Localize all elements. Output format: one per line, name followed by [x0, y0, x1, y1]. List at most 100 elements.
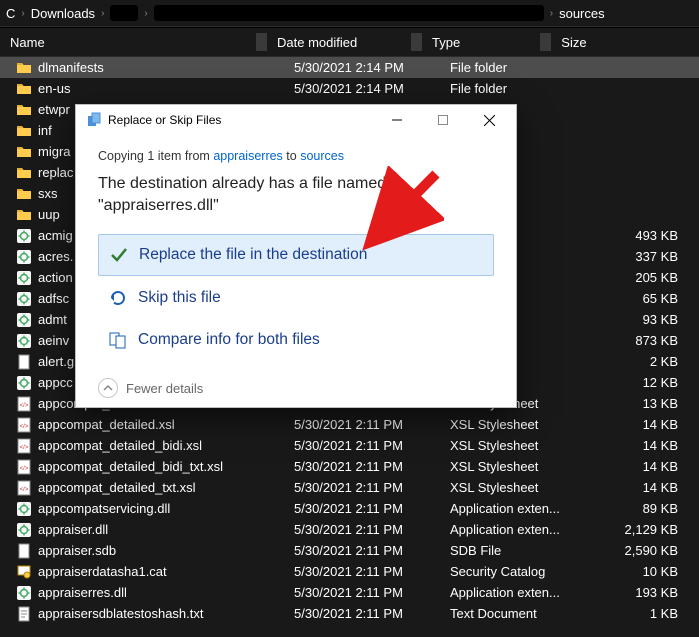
file-date: 5/30/2021 2:14 PM [284, 60, 440, 75]
svg-text:</>: </> [20, 403, 29, 409]
checkmark-icon [109, 245, 129, 265]
dialog-titlebar[interactable]: Replace or Skip Files [76, 105, 516, 135]
breadcrumb-downloads[interactable]: Downloads [31, 6, 95, 21]
gear-icon [16, 522, 32, 538]
file-name: appcompat_detailed_txt.xsl [38, 480, 196, 495]
file-icon [16, 354, 32, 370]
chevron-right-icon: › [101, 8, 104, 19]
option-skip[interactable]: Skip this file [98, 278, 494, 318]
file-name: en-us [38, 81, 71, 96]
file-size: 12 KB [568, 375, 688, 390]
file-date: 5/30/2021 2:11 PM [284, 564, 440, 579]
header-size[interactable]: Size [551, 35, 699, 50]
file-date: 5/30/2021 2:11 PM [284, 480, 440, 495]
svg-text:</>: </> [20, 466, 29, 472]
chevron-up-icon [98, 378, 118, 398]
file-name: appcompat_detailed_bidi_txt.xsl [38, 459, 223, 474]
svg-text:</>: </> [20, 424, 29, 430]
file-name: appcc [38, 375, 73, 390]
close-button[interactable] [466, 105, 512, 135]
file-row[interactable]: en-us 5/30/2021 2:14 PMFile folder [0, 78, 699, 99]
text-icon [16, 606, 32, 622]
option-compare[interactable]: Compare info for both files [98, 320, 494, 360]
gear-icon [16, 585, 32, 601]
file-size: 89 KB [568, 501, 688, 516]
link-destination[interactable]: sources [300, 149, 344, 163]
folder-icon [16, 165, 32, 181]
minimize-button[interactable] [374, 105, 420, 135]
file-name: inf [38, 123, 52, 138]
xsl-icon: </> [16, 438, 32, 454]
file-size: 1 KB [568, 606, 688, 621]
breadcrumb-sources[interactable]: sources [559, 6, 605, 21]
file-name: acmig [38, 228, 73, 243]
breadcrumb[interactable]: C › Downloads › › › sources [0, 0, 699, 27]
file-name: replac [38, 165, 73, 180]
file-date: 5/30/2021 2:11 PM [284, 459, 440, 474]
svg-text:</>: </> [20, 487, 29, 493]
file-name: appcompat_detailed_bidi.xsl [38, 438, 202, 453]
file-size: 337 KB [568, 249, 688, 264]
gear-icon [16, 270, 32, 286]
file-size: 14 KB [568, 417, 688, 432]
file-row[interactable]: dlmanifests5/30/2021 2:14 PMFile folder [0, 57, 699, 78]
folder-icon [16, 207, 32, 223]
file-name: acres. [38, 249, 73, 264]
file-name: sxs [38, 186, 58, 201]
folder-icon [16, 81, 32, 97]
compare-icon [108, 330, 128, 350]
cert-icon [16, 564, 32, 580]
file-row[interactable]: appraiserres.dll5/30/2021 2:11 PMApplica… [0, 582, 699, 603]
file-row[interactable]: </>appcompat_detailed_bidi.xsl5/30/2021 … [0, 435, 699, 456]
file-icon [16, 543, 32, 559]
file-row[interactable]: </> appcompat_detailed_txt.xsl 5/30/2021 2… [0, 477, 699, 498]
file-row[interactable]: appraiser.sdb5/30/2021 2:11 PMSDB File2,… [0, 540, 699, 561]
link-source[interactable]: appraiserres [213, 149, 282, 163]
file-row[interactable]: appraiserdatasha1.cat5/30/2021 2:11 PMSe… [0, 561, 699, 582]
file-size: 873 KB [568, 333, 688, 348]
file-row[interactable]: appraisersdblatestoshash.txt5/30/2021 2:… [0, 603, 699, 624]
option-replace[interactable]: Replace the file in the destination [98, 234, 494, 276]
file-type: XSL Stylesheet [440, 480, 568, 495]
maximize-button[interactable] [420, 105, 466, 135]
replace-skip-dialog: Replace or Skip Files Copying 1 item fro… [75, 104, 517, 408]
header-name[interactable]: Name [0, 35, 256, 50]
fewer-details-toggle[interactable]: Fewer details [98, 378, 494, 398]
chevron-right-icon: › [21, 8, 24, 19]
header-type[interactable]: Type [422, 35, 540, 50]
file-row[interactable]: </> appcompat_detailed.xsl 5/30/2021 2:11 … [0, 414, 699, 435]
file-type: Text Document [440, 606, 568, 621]
file-row[interactable]: appcompatservicing.dll5/30/2021 2:11 PMA… [0, 498, 699, 519]
file-name: adfsc [38, 291, 69, 306]
file-row[interactable]: appraiser.dll5/30/2021 2:11 PMApplicatio… [0, 519, 699, 540]
redacted-segment [110, 5, 138, 21]
file-size: 14 KB [568, 480, 688, 495]
file-date: 5/30/2021 2:11 PM [284, 417, 440, 432]
file-row[interactable]: </> appcompat_detailed_bidi_txt.xsl 5/30/2… [0, 456, 699, 477]
file-size: 493 KB [568, 228, 688, 243]
gear-icon [16, 228, 32, 244]
file-type: Application exten... [440, 585, 568, 600]
file-size: 10 KB [568, 564, 688, 579]
breadcrumb-root[interactable]: C [6, 6, 15, 21]
file-date: 5/30/2021 2:14 PM [284, 81, 440, 96]
file-type: XSL Stylesheet [440, 459, 568, 474]
file-name: appcompat_detailed.xsl [38, 417, 175, 432]
header-date[interactable]: Date modified [267, 35, 411, 50]
file-date: 5/30/2021 2:11 PM [284, 585, 440, 600]
copy-icon [86, 112, 102, 128]
file-type: File folder [440, 60, 568, 75]
file-name: appcompatservicing.dll [38, 501, 170, 516]
xsl-icon: </> [16, 417, 32, 433]
file-name: appraiser.dll [38, 522, 108, 537]
file-type: XSL Stylesheet [440, 417, 568, 432]
file-name: action [38, 270, 73, 285]
file-name: alert.g [38, 354, 74, 369]
file-name: appraiser.sdb [38, 543, 116, 558]
file-name: etwpr [38, 102, 70, 117]
chevron-right-icon: › [144, 8, 147, 19]
file-size: 193 KB [568, 585, 688, 600]
file-name: migra [38, 144, 71, 159]
file-type: File folder [440, 81, 568, 96]
file-type: Security Catalog [440, 564, 568, 579]
